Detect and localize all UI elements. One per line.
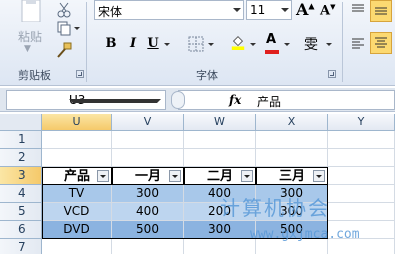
table-header-label: 二月 bbox=[206, 169, 233, 184]
row-header-5[interactable]: 5 bbox=[0, 203, 42, 221]
grid-cell[interactable] bbox=[42, 131, 112, 149]
column-header-x[interactable]: X bbox=[256, 114, 328, 131]
row-header-7[interactable]: 7 bbox=[0, 239, 42, 254]
filter-dropdown-icon[interactable] bbox=[313, 170, 325, 182]
group-separator bbox=[342, 2, 343, 82]
row-header-1[interactable]: 1 bbox=[0, 131, 42, 149]
format-painter-icon[interactable] bbox=[56, 42, 72, 58]
border-icon[interactable] bbox=[188, 36, 204, 52]
grid-cell[interactable] bbox=[184, 239, 256, 254]
table-cell[interactable]: 300 bbox=[184, 221, 256, 239]
filter-dropdown-icon[interactable] bbox=[169, 170, 181, 182]
grid-cell[interactable] bbox=[256, 149, 328, 167]
row-header-6[interactable]: 6 bbox=[0, 221, 42, 239]
chevron-down-icon[interactable] bbox=[281, 8, 289, 12]
formula-input[interactable]: fx 产品 bbox=[171, 90, 395, 110]
grid-cell[interactable] bbox=[42, 149, 112, 167]
grid-cell[interactable] bbox=[42, 239, 112, 254]
font-color-button[interactable]: A bbox=[266, 32, 276, 47]
row-header-2[interactable]: 2 bbox=[0, 149, 42, 167]
filter-dropdown-icon[interactable] bbox=[97, 170, 109, 182]
underline-dropdown-icon[interactable] bbox=[164, 43, 170, 46]
table-header-label: 三月 bbox=[278, 169, 305, 184]
grow-font-icon[interactable]: A▲ bbox=[296, 0, 315, 19]
table-cell[interactable]: 400 bbox=[112, 203, 184, 221]
font-size-value: 11 bbox=[250, 3, 266, 17]
font-group-label: 字体 bbox=[196, 69, 218, 82]
phonetic-dropdown-icon[interactable] bbox=[326, 43, 332, 46]
table-cell[interactable]: 500 bbox=[112, 221, 184, 239]
grid-cell[interactable] bbox=[328, 167, 395, 185]
column-header-v[interactable]: V bbox=[112, 114, 184, 131]
font-launcher-icon[interactable] bbox=[328, 70, 336, 78]
table-cell[interactable]: TV bbox=[42, 185, 112, 203]
formula-content[interactable]: 产品 bbox=[257, 93, 281, 110]
table-header-label: 产品 bbox=[63, 169, 90, 184]
bold-button[interactable]: B bbox=[104, 36, 118, 51]
filter-dropdown-icon[interactable] bbox=[241, 170, 253, 182]
table-cell[interactable]: DVD bbox=[42, 221, 112, 239]
cut-icon[interactable] bbox=[56, 2, 72, 18]
table-header-label: 一月 bbox=[134, 169, 161, 184]
chevron-down-icon[interactable] bbox=[69, 99, 161, 103]
align-top-icon[interactable] bbox=[350, 2, 366, 18]
italic-button[interactable]: I bbox=[126, 36, 140, 51]
copy-dropdown-icon[interactable] bbox=[74, 27, 80, 30]
watermark-text: 计算机协会 bbox=[220, 196, 330, 220]
paste-icon[interactable] bbox=[18, 0, 44, 22]
fill-color-dropdown-icon[interactable] bbox=[250, 43, 256, 46]
grid-cell[interactable] bbox=[184, 149, 256, 167]
grid-cell[interactable] bbox=[328, 131, 395, 149]
column-header-w[interactable]: W bbox=[184, 114, 256, 131]
formula-bar: U3 fx 产品 bbox=[0, 88, 395, 112]
select-all-corner[interactable] bbox=[0, 114, 42, 131]
align-middle-button[interactable] bbox=[370, 0, 392, 22]
paste-button[interactable]: 粘贴 bbox=[18, 28, 42, 45]
table-cell[interactable]: VCD bbox=[42, 203, 112, 221]
grid-cell[interactable] bbox=[256, 131, 328, 149]
watermark-url: www.gxjmca.com bbox=[250, 227, 360, 242]
align-left-icon[interactable] bbox=[350, 36, 366, 52]
clipboard-launcher-icon[interactable] bbox=[76, 70, 84, 78]
column-header-y[interactable]: Y bbox=[328, 114, 395, 131]
name-box[interactable]: U3 bbox=[6, 90, 166, 110]
ribbon: 粘贴 ▼ 剪贴板 宋体 11 A▲ A▼ B I U A 雯 字体 bbox=[0, 0, 395, 86]
chevron-down-icon[interactable] bbox=[233, 8, 241, 12]
font-name-combo[interactable]: 宋体 bbox=[94, 0, 244, 20]
align-middle-icon bbox=[375, 7, 387, 15]
grid-cell[interactable] bbox=[112, 239, 184, 254]
font-size-combo[interactable]: 11 bbox=[246, 0, 292, 20]
table-cell[interactable]: 300 bbox=[112, 185, 184, 203]
copy-icon[interactable] bbox=[56, 20, 72, 36]
row-header-4[interactable]: 4 bbox=[0, 185, 42, 203]
grid-cell[interactable] bbox=[112, 149, 184, 167]
paste-dropdown-icon[interactable]: ▼ bbox=[24, 44, 31, 54]
font-color-dropdown-icon[interactable] bbox=[284, 43, 290, 46]
grid-cell[interactable] bbox=[328, 185, 395, 203]
font-color-swatch bbox=[265, 50, 279, 54]
column-header-u[interactable]: U bbox=[42, 114, 112, 131]
grid-cell[interactable] bbox=[112, 131, 184, 149]
fill-color-icon[interactable] bbox=[230, 34, 246, 50]
clipboard-group-label: 剪贴板 bbox=[18, 69, 51, 82]
align-center-button[interactable] bbox=[370, 32, 392, 54]
grid-cell[interactable] bbox=[328, 149, 395, 167]
shrink-font-icon[interactable]: A▼ bbox=[320, 2, 335, 18]
row-header-3[interactable]: 3 bbox=[0, 167, 42, 185]
formula-bar-resize-handle[interactable] bbox=[171, 91, 185, 109]
grid-cell[interactable] bbox=[328, 203, 395, 221]
insert-function-button[interactable]: fx bbox=[229, 93, 241, 107]
border-dropdown-icon[interactable] bbox=[208, 43, 214, 46]
underline-button[interactable]: U bbox=[146, 36, 160, 51]
grid-cell[interactable] bbox=[184, 131, 256, 149]
align-center-icon bbox=[375, 37, 387, 48]
phonetic-button[interactable]: 雯 bbox=[304, 34, 318, 54]
font-name-value: 宋体 bbox=[98, 5, 123, 19]
group-separator bbox=[86, 2, 87, 82]
